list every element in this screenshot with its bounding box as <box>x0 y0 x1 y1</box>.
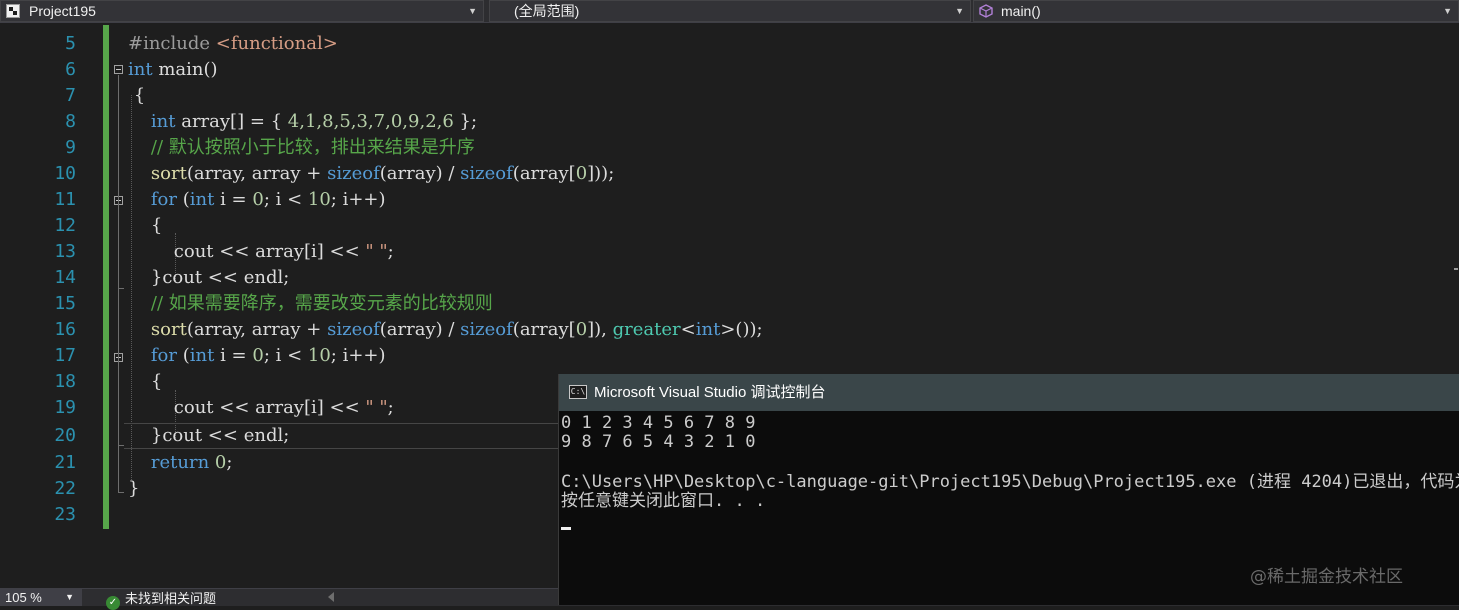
issues-text: 未找到相关问题 <box>125 591 217 606</box>
chevron-down-icon: ▼ <box>955 6 964 16</box>
line-number: 12 <box>54 215 76 236</box>
console-title: Microsoft Visual Studio 调试控制台 <box>594 384 826 401</box>
code-text: }cout << endl; <box>150 425 290 446</box>
code-text: }cout << endl; <box>150 267 290 288</box>
member-dropdown[interactable]: main() ▼ <box>973 0 1459 22</box>
chevron-down-icon: ▼ <box>468 6 477 16</box>
code-text: #include <functional> <box>128 33 338 54</box>
code-line: 14 }cout << endl; <box>0 265 1459 291</box>
code-text: for (int i = 0; i < 10; i++) <box>150 189 386 210</box>
line-number: 20 <box>54 425 76 446</box>
code-text: sort(array, array + sizeof(array) / size… <box>150 163 615 184</box>
check-circle-icon: ✓ <box>106 596 120 610</box>
code-text: } <box>128 478 140 499</box>
zoom-dropdown[interactable]: 105 % ▼ <box>0 589 82 606</box>
line-number: 21 <box>54 452 76 473</box>
project-dropdown[interactable]: Project195 ▼ <box>0 0 484 22</box>
line-number: 11 <box>54 189 76 210</box>
code-text: int main() <box>128 59 218 80</box>
code-line: 8 int array[] = { 4,1,8,5,3,7,0,9,2,6 }; <box>0 109 1459 135</box>
scope-name: (全局范围) <box>514 3 580 19</box>
scope-dropdown[interactable]: (全局范围) ▼ <box>489 0 971 22</box>
line-number: 14 <box>54 267 76 288</box>
code-text: return 0; <box>150 452 233 473</box>
line-number: 16 <box>54 319 76 340</box>
code-line: 10 sort(array, array + sizeof(array) / s… <box>0 161 1459 187</box>
code-text: // 如果需要降序，需要改变元素的比较规则 <box>150 293 493 314</box>
line-number: 8 <box>65 111 76 132</box>
console-line: 0 1 2 3 4 5 6 7 8 9 <box>561 413 756 433</box>
code-line: 6 int main() <box>0 57 1459 83</box>
chevron-down-icon: ▼ <box>1443 6 1452 16</box>
watermark: @稀土掘金技术社区 <box>1250 567 1403 587</box>
project-name: Project195 <box>29 3 96 19</box>
chevron-down-icon: ▼ <box>65 592 74 602</box>
text-cursor <box>561 527 571 530</box>
code-text: { <box>150 371 163 392</box>
code-line: 9 // 默认按照小于比较，排出来结果是升序 <box>0 135 1459 161</box>
code-line: 12 { <box>0 213 1459 239</box>
debug-console-window[interactable]: C:\ Microsoft Visual Studio 调试控制台 0 1 2 … <box>558 374 1459 605</box>
line-number: 17 <box>54 345 76 366</box>
line-number: 22 <box>54 478 76 499</box>
code-line: 11 for (int i = 0; i < 10; i++) <box>0 187 1459 213</box>
code-text: { <box>133 85 146 106</box>
issues-indicator[interactable]: ✓ 未找到相关问题 <box>106 590 217 610</box>
code-text: cout << array[i] << " "; <box>173 397 394 418</box>
line-number: 13 <box>54 241 76 262</box>
code-line: 15 // 如果需要降序，需要改变元素的比较规则 <box>0 291 1459 317</box>
line-number: 10 <box>54 163 76 184</box>
project-icon <box>6 4 20 18</box>
code-line: 5 #include <functional> <box>0 31 1459 57</box>
console-line: C:\Users\HP\Desktop\c-language-git\Proje… <box>561 472 1459 492</box>
code-line: 13 cout << array[i] << " "; <box>0 239 1459 265</box>
navigation-bar: Project195 ▼ (全局范围) ▼ main() ▼ <box>0 0 1459 23</box>
code-line: 16 sort(array, array + sizeof(array) / s… <box>0 317 1459 343</box>
line-number: 6 <box>65 59 76 80</box>
line-number: 7 <box>65 85 76 106</box>
line-number: 15 <box>54 293 76 314</box>
line-number: 18 <box>54 371 76 392</box>
code-text: sort(array, array + sizeof(array) / size… <box>150 319 763 340</box>
line-number: 23 <box>54 504 76 525</box>
console-line: 按任意键关闭此窗口. . . <box>561 491 766 511</box>
line-number: 5 <box>65 33 76 54</box>
line-number: 19 <box>54 397 76 418</box>
code-text: // 默认按照小于比较，排出来结果是升序 <box>150 137 475 158</box>
code-text: int array[] = { 4,1,8,5,3,7,0,9,2,6 }; <box>150 111 478 132</box>
code-text: for (int i = 0; i < 10; i++) <box>150 345 386 366</box>
code-line: 7 { <box>0 83 1459 109</box>
console-app-icon: C:\ <box>569 385 587 399</box>
code-text: cout << array[i] << " "; <box>173 241 394 262</box>
console-title-bar[interactable]: C:\ Microsoft Visual Studio 调试控制台 <box>559 374 1459 411</box>
code-line: 17 for (int i = 0; i < 10; i++) <box>0 343 1459 369</box>
console-output[interactable]: 0 1 2 3 4 5 6 7 8 9 9 8 7 6 5 4 3 2 1 0 … <box>561 411 1459 605</box>
console-line: 9 8 7 6 5 4 3 2 1 0 <box>561 432 756 452</box>
line-number: 9 <box>65 137 76 158</box>
scrollbar-position-marker <box>1454 268 1458 270</box>
method-cube-icon <box>979 4 993 18</box>
zoom-level: 105 % <box>5 590 42 605</box>
member-name: main() <box>1001 3 1041 19</box>
code-text: { <box>150 215 163 236</box>
chevron-left-icon[interactable] <box>328 592 334 602</box>
